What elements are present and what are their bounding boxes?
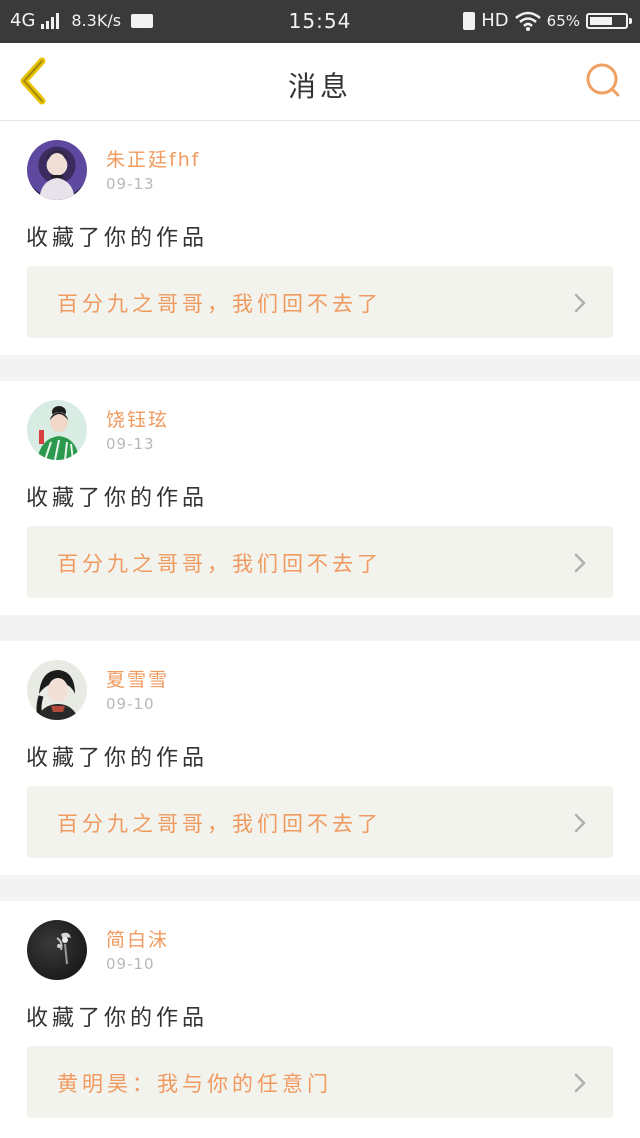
work-link[interactable]: 百分九之哥哥，我们回不去了 [27, 786, 613, 858]
avatar[interactable] [27, 660, 87, 720]
username[interactable]: 朱正廷fhf [106, 145, 200, 172]
wifi-icon [514, 11, 541, 31]
action-text: 收藏了你的作品 [26, 486, 209, 511]
page-title: 消息 [287, 70, 352, 103]
work-title: 黄明昊：我与你的任意门 [57, 1072, 332, 1096]
message-card: 饶钰玹 09-13 收藏了你的作品 百分九之哥哥，我们回不去了 [0, 381, 640, 615]
action-text: 收藏了你的作品 [26, 746, 209, 771]
work-title: 百分九之哥哥，我们回不去了 [57, 292, 382, 316]
nav-bar: 消息 [0, 43, 640, 121]
divider [0, 615, 640, 641]
chevron-right-icon [574, 813, 586, 833]
status-right: HD 65% [463, 10, 632, 31]
status-bar: 4G 8.3K/s 15:54 HD 65% [0, 0, 640, 43]
timestamp: 09-13 [106, 175, 155, 193]
chevron-right-icon [574, 553, 586, 573]
work-link[interactable]: 黄明昊：我与你的任意门 [27, 1046, 613, 1118]
action-text: 收藏了你的作品 [26, 226, 209, 251]
work-title: 百分九之哥哥，我们回不去了 [57, 812, 382, 836]
chevron-right-icon [574, 293, 586, 313]
divider [0, 355, 640, 381]
search-icon [586, 63, 620, 97]
avatar[interactable] [27, 400, 87, 460]
username[interactable]: 饶钰玹 [106, 405, 169, 432]
chevron-right-icon [574, 1073, 586, 1093]
battery-level [590, 16, 613, 25]
message-card: 夏雪雪 09-10 收藏了你的作品 百分九之哥哥，我们回不去了 [0, 641, 640, 875]
battery-percent: 65% [546, 11, 580, 30]
timestamp: 09-10 [106, 955, 155, 973]
message-card: 朱正廷fhf 09-13 收藏了你的作品 百分九之哥哥，我们回不去了 [0, 121, 640, 355]
hd-label: HD [481, 10, 509, 31]
avatar[interactable] [27, 920, 87, 980]
message-card: 简白沫 09-10 收藏了你的作品 黄明昊：我与你的任意门 [0, 901, 640, 1135]
work-link[interactable]: 百分九之哥哥，我们回不去了 [27, 526, 613, 598]
message-list: 朱正廷fhf 09-13 收藏了你的作品 百分九之哥哥，我们回不去了 饶钰玹 0… [0, 121, 640, 1135]
search-button[interactable] [584, 61, 624, 101]
username[interactable]: 夏雪雪 [106, 665, 169, 692]
timestamp: 09-10 [106, 695, 155, 713]
charging-icon [463, 11, 476, 30]
username[interactable]: 简白沫 [106, 925, 169, 952]
work-link[interactable]: 百分九之哥哥，我们回不去了 [27, 266, 613, 338]
timestamp: 09-13 [106, 435, 155, 453]
avatar[interactable] [27, 140, 87, 200]
work-title: 百分九之哥哥，我们回不去了 [57, 552, 382, 576]
divider [0, 875, 640, 901]
battery-icon [586, 12, 632, 29]
action-text: 收藏了你的作品 [26, 1006, 209, 1031]
